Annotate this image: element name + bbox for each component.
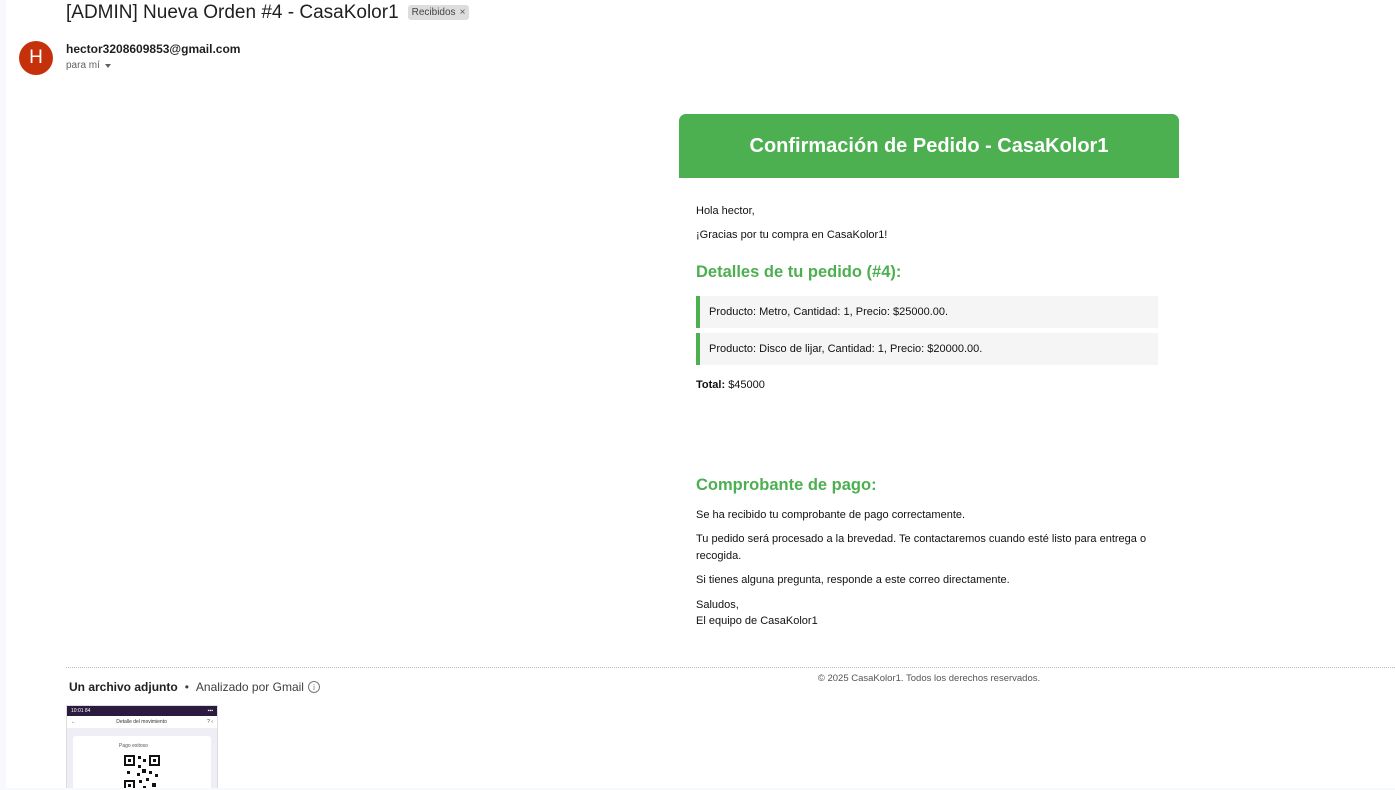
email-content: Confirmación de Pedido - CasaKolor1 Hola… <box>679 114 1179 684</box>
thumb-page-label: Pago exitoso <box>119 743 148 749</box>
attachments-count: Un archivo adjunto <box>69 680 178 694</box>
email-header-title: Confirmación de Pedido - CasaKolor1 <box>749 134 1109 157</box>
order-item: Producto: Metro, Cantidad: 1, Precio: $2… <box>696 296 1158 328</box>
order-total: Total: $45000 <box>696 379 765 391</box>
team-signature: El equipo de CasaKolor1 <box>696 615 818 627</box>
chevron-down-icon <box>104 64 111 68</box>
attachment-thumbnail[interactable]: 10:01 84 ▪▪▪ ← Detalle del movimiento ? … <box>66 705 218 788</box>
thumb-status-icons: ▪▪▪ <box>207 708 213 714</box>
separator-dot: • <box>184 680 189 694</box>
attachments-header: Un archivo adjunto • Analizado por Gmail… <box>69 680 320 694</box>
sender-email[interactable]: hector3208609853@gmail.com <box>66 42 240 56</box>
email-footer: © 2025 CasaKolor1. Todos los derechos re… <box>817 673 1041 684</box>
recipient-details-toggle[interactable]: para mí <box>66 60 111 71</box>
questions-text: Si tienes alguna pregunta, responde a es… <box>696 574 1010 586</box>
regards-text: Saludos, <box>696 599 739 611</box>
order-item-text: Producto: Metro, Cantidad: 1, Precio: $2… <box>709 306 949 318</box>
qr-code-icon <box>122 753 162 788</box>
details-heading: Detalles de tu pedido (#4): <box>696 263 902 281</box>
processing-text-line2: recogida. <box>696 550 742 562</box>
scanned-by-gmail: Analizado por Gmail <box>195 680 304 694</box>
email-body: Hola hector, ¡Gracias por tu compra en C… <box>679 178 1179 684</box>
back-arrow-icon: ← <box>71 719 76 725</box>
thanks-text: ¡Gracias por tu compra en CasaKolor1! <box>696 229 888 241</box>
close-icon[interactable]: × <box>460 7 466 18</box>
receipt-text: Se ha recibido tu comprobante de pago co… <box>696 509 966 521</box>
recipient-label: para mí <box>66 60 100 71</box>
greeting: Hola hector, <box>696 205 755 217</box>
order-item: Producto: Disco de lijar, Cantidad: 1, P… <box>696 333 1158 365</box>
total-label: Total: <box>696 379 726 391</box>
order-item-text: Producto: Disco de lijar, Cantidad: 1, P… <box>709 343 983 355</box>
attachments-divider <box>66 667 1395 668</box>
receipt-heading: Comprobante de pago: <box>696 476 877 494</box>
thumb-status-time: 10:01 84 <box>71 708 91 714</box>
subject-text: [ADMIN] Nueva Orden #4 - CasaKolor1 <box>66 2 399 23</box>
email-header: Confirmación de Pedido - CasaKolor1 <box>679 114 1179 178</box>
thumb-help-share-icons: ? ‹ <box>207 719 213 725</box>
thumb-screen-title: Detalle del movimiento <box>116 719 167 725</box>
email-subject: [ADMIN] Nueva Orden #4 - CasaKolor1 Reci… <box>66 2 470 24</box>
email-view: [ADMIN] Nueva Orden #4 - CasaKolor1 Reci… <box>6 0 1395 788</box>
total-value: $45000 <box>728 379 765 391</box>
thumb-app-bar: ← Detalle del movimiento ? ‹ <box>67 716 217 728</box>
processing-text-line1: Tu pedido será procesado a la brevedad. … <box>696 533 1147 545</box>
thumb-status-bar: 10:01 84 ▪▪▪ <box>67 706 217 716</box>
label-chip-inbox[interactable]: Recibidos × <box>407 4 470 20</box>
avatar[interactable]: H <box>19 41 53 75</box>
label-chip-text: Recibidos <box>411 6 456 18</box>
info-icon[interactable]: i <box>307 681 320 693</box>
